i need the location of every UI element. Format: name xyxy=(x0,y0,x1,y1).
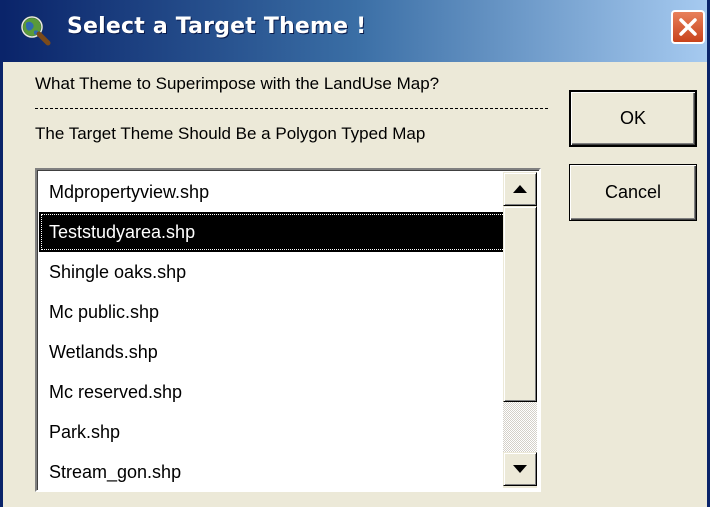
title-bar[interactable]: Select a Target Theme ! xyxy=(3,0,707,62)
prompt-requirement: The Target Theme Should Be a Polygon Typ… xyxy=(35,124,426,143)
close-icon xyxy=(679,18,697,36)
globe-magnifier-icon xyxy=(21,16,51,46)
cancel-button[interactable]: Cancel xyxy=(569,164,697,221)
dialog-window: Select a Target Theme ! What Theme to Su… xyxy=(0,0,710,507)
scroll-up-button[interactable] xyxy=(503,172,537,206)
theme-listbox[interactable]: Mdpropertyview.shp Teststudyarea.shp Shi… xyxy=(35,168,541,492)
list-item-selected[interactable]: Teststudyarea.shp xyxy=(39,212,507,252)
list-item[interactable]: Mc reserved.shp xyxy=(39,372,507,412)
list-item[interactable]: Shingle oaks.shp xyxy=(39,252,507,292)
arrow-up-icon xyxy=(513,185,527,193)
close-button[interactable] xyxy=(671,10,705,44)
arrow-down-icon xyxy=(513,465,527,473)
prompt-separator xyxy=(35,108,548,109)
vertical-scrollbar[interactable] xyxy=(503,172,537,488)
prompt-question: What Theme to Superimpose with the LandU… xyxy=(35,74,440,93)
theme-list: Mdpropertyview.shp Teststudyarea.shp Shi… xyxy=(39,172,507,490)
list-item[interactable]: Park.shp xyxy=(39,412,507,452)
scrollbar-thumb[interactable] xyxy=(503,206,537,402)
list-item[interactable]: Mc public.shp xyxy=(39,292,507,332)
ok-button[interactable]: OK xyxy=(569,90,697,147)
list-item[interactable]: Mdpropertyview.shp xyxy=(39,172,507,212)
list-item[interactable]: Stream_gon.shp xyxy=(39,452,507,490)
scroll-down-button[interactable] xyxy=(503,452,537,486)
window-title: Select a Target Theme ! xyxy=(67,14,367,39)
list-item[interactable]: Wetlands.shp xyxy=(39,332,507,372)
